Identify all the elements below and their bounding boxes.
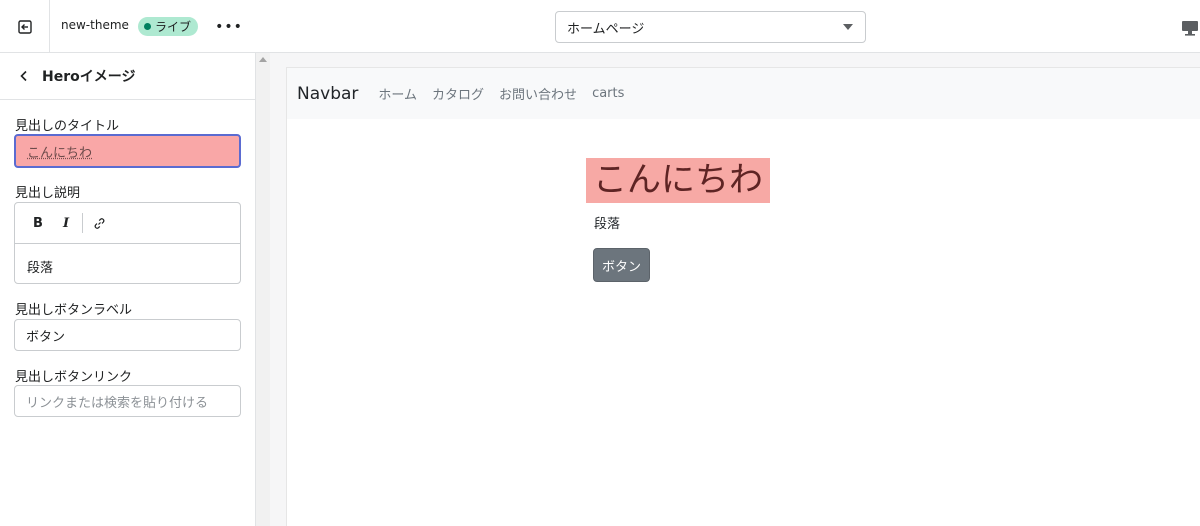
heading-description-input[interactable]: 段落 <box>15 244 240 289</box>
section-settings-panel: Heroイメージ 見出しのタイトル こんにちわ 見出し説明 B I 段落 見出し… <box>0 53 256 526</box>
nav-link-contact[interactable]: お問い合わせ <box>499 84 577 103</box>
live-badge-label: ライブ <box>155 20 192 34</box>
preview-scrollbar[interactable] <box>256 53 270 526</box>
desktop-icon <box>1182 21 1198 36</box>
nav-link-carts[interactable]: carts <box>592 86 624 101</box>
hero-button[interactable]: ボタン <box>593 248 650 282</box>
live-dot-icon <box>144 23 151 30</box>
button-label-value: ボタン <box>26 329 66 345</box>
navbar-brand[interactable]: Navbar <box>297 84 358 104</box>
caret-down-icon <box>843 24 853 30</box>
exit-editor-button[interactable] <box>0 0 50 53</box>
link-button[interactable] <box>88 212 110 234</box>
button-link-input[interactable]: リンクまたは検索を貼り付ける <box>14 385 241 417</box>
button-label-label: 見出しボタンラベル <box>15 303 133 318</box>
site-preview: Navbar ホーム カタログ お問い合わせ carts こんにちわ 段落 ボタ… <box>286 67 1200 526</box>
button-link-label: 見出しボタンリンク <box>15 370 133 385</box>
bold-button[interactable]: B <box>27 212 49 234</box>
live-status-badge: ライブ <box>138 17 199 36</box>
chevron-left-icon <box>20 70 27 82</box>
page-select-dropdown[interactable]: ホームページ <box>555 11 866 43</box>
hero-paragraph: 段落 <box>594 217 621 232</box>
heading-title-input[interactable]: こんにちわ <box>14 134 241 168</box>
scroll-up-icon[interactable] <box>259 57 267 62</box>
more-actions-button[interactable]: ••• <box>215 17 242 37</box>
editor-topbar: new-theme ライブ ••• ホームページ <box>0 0 1200 53</box>
panel-title: Heroイメージ <box>42 69 136 85</box>
panel-header: Heroイメージ <box>0 53 255 100</box>
preview-navbar: Navbar ホーム カタログ お問い合わせ carts <box>287 68 1200 119</box>
rich-text-toolbar: B I <box>15 203 240 244</box>
theme-name: new-theme <box>61 18 129 32</box>
hero-title[interactable]: こんにちわ <box>586 158 770 203</box>
heading-title-value: こんにちわ <box>27 145 93 161</box>
toolbar-divider <box>82 213 83 233</box>
heading-title-label: 見出しのタイトル <box>15 119 120 134</box>
exit-icon <box>17 19 32 34</box>
italic-button[interactable]: I <box>55 212 77 234</box>
back-button[interactable] <box>16 68 32 84</box>
nav-link-catalog[interactable]: カタログ <box>432 84 484 103</box>
heading-description-editor: B I 段落 <box>14 202 241 284</box>
link-icon <box>94 217 104 229</box>
heading-description-label: 見出し説明 <box>15 186 81 201</box>
page-select-value: ホームページ <box>567 21 645 37</box>
button-link-placeholder: リンクまたは検索を貼り付ける <box>26 395 209 411</box>
nav-link-home[interactable]: ホーム <box>378 84 417 103</box>
device-preview-button[interactable] <box>1180 14 1200 40</box>
button-label-input[interactable]: ボタン <box>14 319 241 351</box>
